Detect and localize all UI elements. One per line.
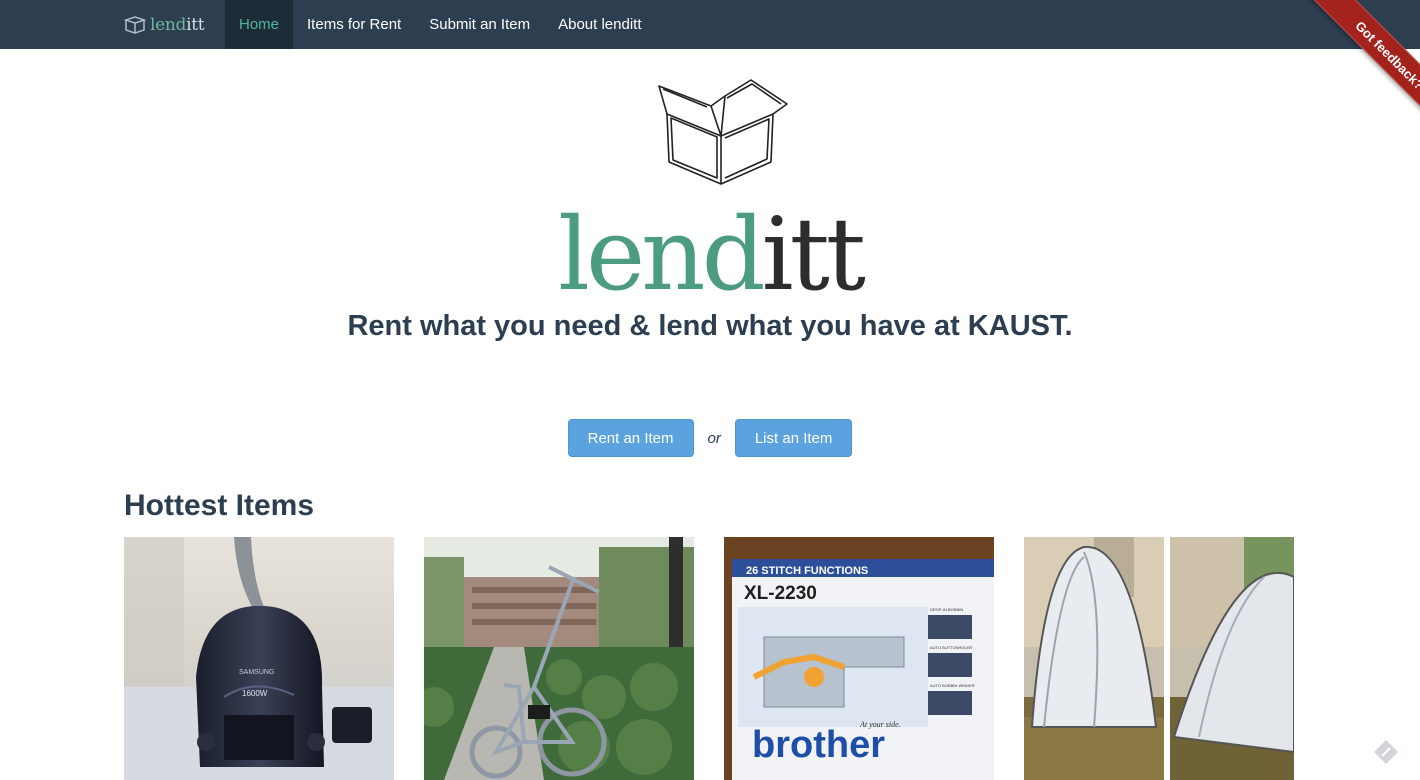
top-navbar: lenditt Home Items for Rent Submit an It… [0,0,1420,49]
nav-items-for-rent[interactable]: Items for Rent [293,0,415,49]
nav-home[interactable]: Home [225,0,294,49]
vacuum-brand-text: SAMSUNG [239,669,274,676]
rent-item-button[interactable]: Rent an Item [567,419,694,457]
brand-text-lend: lend [150,15,187,35]
box-model-text: XL-2230 [744,583,817,604]
feedback-pencil-icon[interactable] [1372,738,1400,766]
brand-text-itt: itt [186,15,205,35]
nav-submit-item[interactable]: Submit an Item [415,0,544,49]
box-feature-2: AUTO BUTTONHOLER [930,645,972,650]
hero-tagline: Rent what you need & lend what you have … [347,310,1073,342]
item-card-bicycle[interactable] [424,537,694,780]
nav-about[interactable]: About lenditt [544,0,655,49]
feedback-ribbon[interactable]: Got feedback? [1308,0,1420,137]
vacuum-cleaner-photo: SAMSUNG 1600W [124,537,394,780]
list-item-button[interactable]: List an Item [734,419,853,457]
sewing-machine-photo: 26 STITCH FUNCTIONS XL-2230 DROP-IN BOBB… [724,537,994,780]
item-card-tent[interactable] [1024,537,1294,780]
cta-group: Rent an Item or List an Item [0,419,1420,457]
box-feature-3: AUTO BOBBIN WINDER [930,683,975,688]
tent-photo [1024,537,1294,780]
vacuum-watt-text: 1600W [242,689,268,698]
wordmark-itt: itt [761,196,866,313]
box-stitch-text: 26 STITCH FUNCTIONS [746,565,868,577]
item-card-sewing-machine[interactable]: 26 STITCH FUNCTIONS XL-2230 DROP-IN BOBB… [724,537,994,780]
bicycle-photo [424,537,694,780]
feedback-ribbon-container: Got feedback? [1280,0,1420,140]
or-separator: or [707,429,721,447]
open-box-logo [658,79,788,185]
box-feature-1: DROP-IN BOBBIN [930,607,963,612]
hottest-items-heading: Hottest Items [124,489,315,522]
hero-wordmark: lenditt [0,200,1420,310]
brand-logo[interactable]: lenditt [124,13,205,37]
main-nav: Home Items for Rent Submit an Item About… [225,0,656,49]
item-card-vacuum[interactable]: SAMSUNG 1600W [124,537,394,780]
box-icon [124,16,146,34]
box-brand-text: brother [752,724,885,766]
wordmark-lend: lend [558,196,766,313]
